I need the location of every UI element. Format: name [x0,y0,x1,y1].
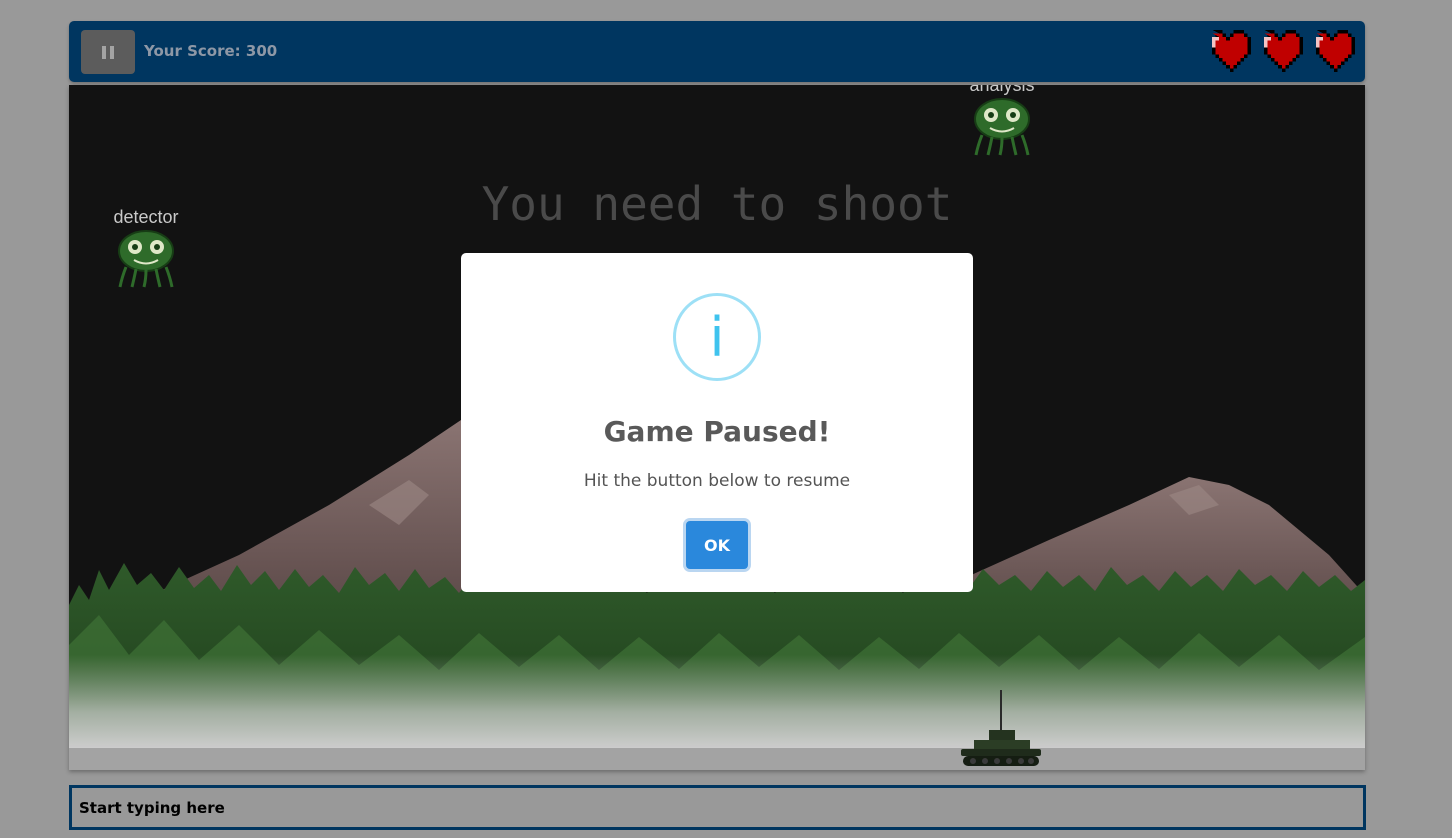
typing-input[interactable] [72,788,1363,827]
pause-icon [102,45,106,59]
heart-icon [1264,29,1303,73]
dialog-title: Game Paused! [603,415,831,448]
lives [1205,28,1355,74]
game-page: Your Score: 300 You need to shoot detect… [0,0,1452,838]
enemy-alien: detector [86,207,206,289]
instruction-text: You need to shoot [481,177,953,231]
info-icon: i [673,293,761,381]
enemy-word: detector [113,207,179,227]
ok-button[interactable]: OK [686,521,748,569]
enemy-alien: analysis [942,85,1062,157]
typing-box [69,785,1366,830]
pause-button[interactable] [81,30,135,74]
alien-icon [118,230,174,288]
pause-dialog: i Game Paused! Hit the button below to r… [461,253,973,592]
alien-icon [974,98,1030,156]
heart-icon [1316,29,1355,73]
dialog-message: Hit the button below to resume [583,471,851,491]
top-bar: Your Score: 300 [69,21,1365,82]
score-label: Your Score: 300 [144,42,278,60]
enemy-word: analysis [969,85,1035,95]
heart-icon [1212,29,1251,73]
